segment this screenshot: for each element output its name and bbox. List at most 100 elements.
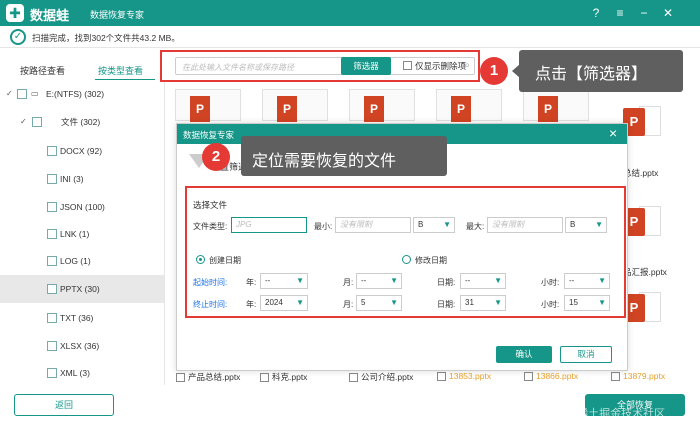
checkbox[interactable] (524, 372, 533, 382)
pptx-icon: P (364, 96, 384, 122)
file-thumbnail[interactable]: P (623, 204, 663, 252)
file-thumbnail[interactable]: P (523, 89, 589, 122)
file-thumbnail[interactable]: P (623, 104, 663, 152)
checkbox[interactable] (47, 368, 57, 378)
check-circle-icon: ✓ (10, 29, 26, 45)
file-name: 总结.pptx (623, 168, 659, 178)
help-icon[interactable]: ? (588, 5, 604, 21)
file-name: 品汇报.pptx (623, 267, 667, 277)
day-label: 日期: (437, 278, 456, 287)
min-size-input[interactable]: 没有限制 (335, 217, 411, 233)
checkbox[interactable] (32, 117, 42, 127)
checkbox[interactable] (47, 284, 57, 294)
tree-item-label: PPTX (30) (60, 284, 100, 294)
checkbox[interactable] (47, 146, 57, 156)
checkbox[interactable] (437, 372, 446, 382)
chevron-down-icon: ▼ (296, 276, 304, 285)
menu-icon[interactable]: ≡ (612, 5, 628, 21)
modified-date-radio[interactable] (402, 255, 411, 264)
checkbox[interactable] (611, 372, 620, 382)
start-year-select[interactable]: -- ▼ (260, 273, 308, 289)
tree-item-label: LNK (1) (60, 229, 90, 239)
pptx-icon: P (190, 96, 210, 122)
max-unit-select[interactable]: B ▼ (565, 217, 607, 233)
close-icon[interactable]: ✕ (660, 5, 676, 21)
created-date-radio[interactable] (196, 255, 205, 264)
chevron-down-icon[interactable]: ✓ (20, 108, 27, 136)
checkbox[interactable] (176, 373, 185, 383)
file-thumbnail[interactable]: P (349, 89, 415, 122)
tree-item-label: E:(NTFS) (302) (46, 89, 105, 99)
month-label: 月: (343, 300, 354, 309)
end-year-select[interactable]: 2024 ▼ (260, 295, 308, 311)
tree-item-json[interactable]: JSON (100) (0, 193, 164, 221)
file-name[interactable]: 科克.pptx (260, 371, 307, 383)
tab-by-path[interactable]: 按路径查看 (20, 64, 65, 77)
end-day-select[interactable]: 31 ▼ (460, 295, 506, 311)
checkbox[interactable] (349, 373, 358, 383)
file-name[interactable]: 13879.pptx (611, 371, 665, 382)
confirm-button[interactable]: 确认 (496, 346, 552, 363)
end-hour-select[interactable]: 15 ▼ (564, 295, 610, 311)
chevron-down-icon: ▼ (443, 220, 451, 229)
callout-text: 定位需要恢复的文件 (252, 153, 397, 170)
file-name[interactable]: 13853.pptx (437, 371, 491, 382)
file-name[interactable]: 公司介绍.pptx (349, 371, 413, 383)
sidebar-tree: ✓ ▭ E:(NTFS) (302) ✓ 文件 (302) DOCX (92) … (0, 80, 165, 385)
checkbox[interactable] (260, 373, 269, 383)
end-month-select[interactable]: 5 ▼ (356, 295, 402, 311)
modified-date-label: 修改日期 (415, 256, 447, 265)
minimize-icon[interactable]: − (636, 5, 652, 21)
file-name[interactable]: 产品总结.pptx (176, 371, 240, 383)
cancel-button[interactable]: 取消 (560, 346, 612, 363)
checkbox[interactable] (17, 89, 27, 99)
year-label: 年: (246, 300, 257, 309)
chevron-down-icon: ▼ (390, 298, 398, 307)
chevron-down-icon: ▼ (494, 298, 502, 307)
checkbox[interactable] (47, 256, 57, 266)
tree-item-drive[interactable]: ✓ ▭ E:(NTFS) (302) (0, 80, 164, 108)
tree-item-lnk[interactable]: LNK (1) (0, 220, 164, 248)
chevron-down-icon: ▼ (390, 276, 398, 285)
checkbox[interactable] (47, 202, 57, 212)
tree-item-label: JSON (100) (60, 202, 105, 212)
chevron-down-icon: ▼ (598, 298, 606, 307)
tree-item-xlsx[interactable]: XLSX (36) (0, 332, 164, 360)
max-size-input[interactable]: 没有限制 (487, 217, 563, 233)
file-thumbnail[interactable]: P (175, 89, 241, 122)
start-time-label: 起始时间: (193, 278, 228, 287)
checkbox[interactable] (47, 174, 57, 184)
drive-icon: ▭ (31, 89, 39, 98)
pptx-icon: P (277, 96, 297, 122)
min-unit-select[interactable]: B ▼ (413, 217, 455, 233)
tree-item-folder[interactable]: ✓ 文件 (302) (0, 108, 164, 136)
file-type-input[interactable]: JPG (231, 217, 307, 233)
checkbox[interactable] (47, 313, 57, 323)
file-thumbnail[interactable]: P (262, 89, 328, 122)
tab-by-type[interactable]: 按类型查看 (98, 64, 143, 77)
scan-status-text: 扫描完成，找到302个文件共43.2 MB。 (32, 33, 180, 43)
start-month-select[interactable]: -- ▼ (356, 273, 402, 289)
tree-item-xml[interactable]: XML (3) (0, 359, 164, 385)
pptx-icon: P (451, 96, 471, 122)
tree-item-label: 文件 (302) (61, 117, 101, 127)
min-size-label: 最小: (314, 222, 333, 231)
checkbox[interactable] (47, 229, 57, 239)
tree-item-txt[interactable]: TXT (36) (0, 304, 164, 332)
start-day-select[interactable]: -- ▼ (460, 273, 506, 289)
back-button[interactable]: 返回 (14, 394, 114, 416)
tree-item-ini[interactable]: INI (3) (0, 165, 164, 193)
chevron-down-icon[interactable]: ✓ (6, 80, 13, 108)
tree-item-docx[interactable]: DOCX (92) (0, 137, 164, 165)
tree-item-label: DOCX (92) (60, 146, 103, 156)
tree-item-label: INI (3) (60, 174, 84, 184)
file-thumbnail[interactable]: P (623, 290, 663, 338)
start-hour-select[interactable]: -- ▼ (564, 273, 610, 289)
file-name[interactable]: 13866.pptx (524, 371, 578, 382)
tree-item-log[interactable]: LOG (1) (0, 247, 164, 275)
close-icon[interactable]: × (609, 125, 617, 141)
tree-item-pptx[interactable]: PPTX (30) (0, 275, 164, 303)
step-badge: 1 (480, 57, 508, 85)
checkbox[interactable] (47, 341, 57, 351)
file-thumbnail[interactable]: P (436, 89, 502, 122)
